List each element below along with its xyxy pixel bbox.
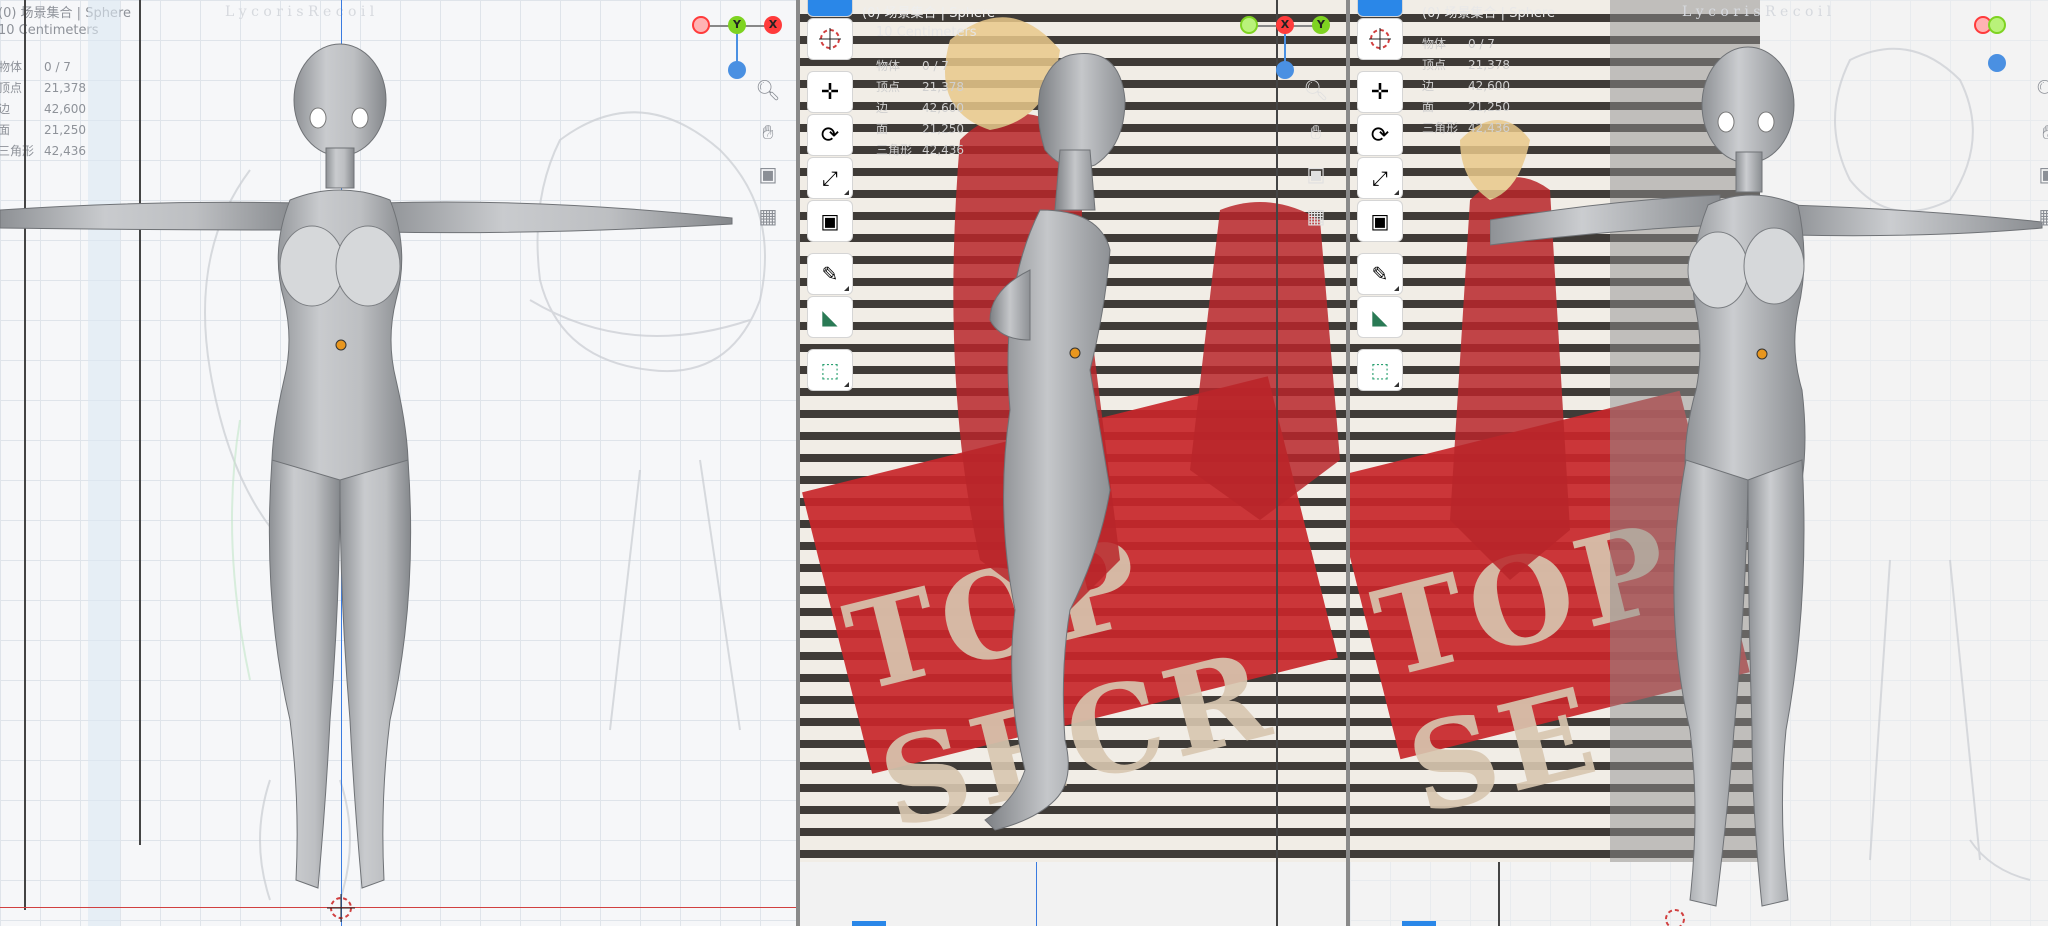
transform-tool-button[interactable]: ▣ <box>808 201 852 241</box>
front-viewport[interactable]: (0) 场景集合 | Sphere 10 Centimeters L y c o… <box>0 0 796 926</box>
grid-icon[interactable]: ▦ <box>2034 202 2048 230</box>
neg-y-axis-handle[interactable] <box>1988 16 2006 34</box>
move-tool-button[interactable]: ✛ <box>808 72 852 112</box>
grid-icon[interactable]: ▦ <box>754 202 782 230</box>
add-cube-icon: ⬚ <box>1370 358 1390 382</box>
stat-label: 顶点 <box>1422 58 1447 72</box>
scale-icon: ⤢ <box>1372 166 1388 190</box>
side-title: (0) 场景集合 | Sphere <box>862 6 995 21</box>
side-toolbar: ✛ ⟳ ⤢ ▣ ✎ ◣ ⬚ <box>808 0 852 393</box>
reference-image-edge <box>1276 0 1278 926</box>
z-axis-handle[interactable] <box>728 61 746 79</box>
mesh-front-view[interactable] <box>0 40 760 920</box>
3d-cursor-icon[interactable] <box>1662 906 1688 926</box>
stat-label: 边 <box>1422 79 1435 93</box>
hand-icon[interactable]: ✋︎ <box>2034 118 2048 146</box>
transform-tool-button[interactable]: ▣ <box>1358 201 1402 241</box>
annotate-tool-button[interactable]: ✎ <box>808 254 852 294</box>
tweak-tool-button[interactable] <box>808 0 852 16</box>
x-axis-handle[interactable]: X <box>764 16 782 34</box>
cursor-tool-button[interactable] <box>808 19 852 59</box>
status-tab[interactable] <box>852 921 886 926</box>
scale-tool-button[interactable]: ⤢ <box>1358 158 1402 198</box>
neg-x-axis-handle[interactable] <box>692 16 710 34</box>
neg-y-axis-handle[interactable] <box>1240 16 1258 34</box>
zoom-icon[interactable]: 🔍︎ <box>754 76 782 104</box>
y-axis-handle[interactable]: Y <box>728 16 746 34</box>
measure-tool-button[interactable]: ◣ <box>1358 297 1402 337</box>
hand-icon[interactable]: ✋︎ <box>754 118 782 146</box>
origin-point <box>335 339 347 351</box>
front-navigation-controls: 🔍︎ ✋︎ ▣ ▦ <box>754 76 784 244</box>
zoom-icon[interactable]: 🔍︎ <box>2034 76 2048 104</box>
pencil-icon: ✎ <box>821 262 839 286</box>
stat-label: 面 <box>1422 100 1435 114</box>
camera-icon[interactable]: ▣ <box>754 160 782 188</box>
camera-icon[interactable]: ▣ <box>2034 160 2048 188</box>
rotate-tool-button[interactable]: ⟳ <box>808 115 852 155</box>
side-viewport[interactable]: TOP SECR (0) 场景集合 | Sphere 10 Centimeter… <box>800 0 1346 926</box>
3d-cursor-icon[interactable] <box>326 893 356 923</box>
stat-label: 面 <box>876 122 889 136</box>
front-watermark: L y c o r i s R e c o i l <box>225 4 375 20</box>
mesh-side-view[interactable] <box>940 40 1190 920</box>
front-scale: 10 Centimeters <box>0 23 99 38</box>
hand-icon[interactable]: ✋︎ <box>1302 118 1330 146</box>
stat-label: 物体 <box>1422 37 1447 51</box>
scale-tool-button[interactable]: ⤢ <box>808 158 852 198</box>
tweak-tool-button[interactable] <box>1358 0 1402 16</box>
scale-icon: ⤢ <box>822 166 838 190</box>
mesh-perspective-view[interactable] <box>1490 40 2048 926</box>
stat-label: 三角形 <box>876 143 913 157</box>
cursor-tool-button[interactable] <box>1358 19 1402 59</box>
x-axis-handle[interactable]: X <box>1276 16 1294 34</box>
move-icon: ✛ <box>820 79 840 105</box>
annotate-tool-button[interactable]: ✎ <box>1358 254 1402 294</box>
add-cube-button[interactable]: ⬚ <box>1358 350 1402 390</box>
origin-point <box>1069 347 1081 359</box>
z-axis-handle[interactable] <box>1988 54 2006 72</box>
transform-icon: ▣ <box>1370 209 1390 233</box>
side-navigation-controls: 🔍︎ ✋︎ ▣ ▦ <box>1302 76 1332 244</box>
measure-tool-button[interactable]: ◣ <box>808 297 852 337</box>
add-cube-button[interactable]: ⬚ <box>808 350 852 390</box>
stat-label: 三角形 <box>1422 121 1459 135</box>
move-tool-button[interactable]: ✛ <box>1358 72 1402 112</box>
stat-label: 顶点 <box>876 80 901 94</box>
z-axis-handle[interactable] <box>1276 61 1294 79</box>
side-scale: 10 Centimeters <box>876 25 977 40</box>
persp-navigation-controls: 🔍︎ ✋︎ ▣ ▦ <box>2034 76 2048 244</box>
stat-label: 物体 <box>876 59 901 73</box>
rotate-icon: ⟳ <box>1370 122 1390 148</box>
transform-icon: ▣ <box>820 209 840 233</box>
move-icon: ✛ <box>1370 79 1390 105</box>
grid-icon[interactable]: ▦ <box>1302 202 1330 230</box>
perspective-viewport[interactable]: TOP SE (0) 场景集合 | Sphere L y c o r i s R… <box>1350 0 2048 926</box>
persp-toolbar: ✛ ⟳ ⤢ ▣ ✎ ◣ ⬚ <box>1358 0 1402 393</box>
camera-icon[interactable]: ▣ <box>1302 160 1330 188</box>
measure-icon: ◣ <box>822 305 838 329</box>
stat-label: 边 <box>876 101 889 115</box>
persp-watermark: L y c o r i s R e c o i l <box>1682 4 1832 20</box>
zoom-icon[interactable]: 🔍︎ <box>1302 76 1330 104</box>
add-cube-icon: ⬚ <box>820 358 840 382</box>
rotate-tool-button[interactable]: ⟳ <box>1358 115 1402 155</box>
origin-point <box>1756 348 1768 360</box>
persp-title: (0) 场景集合 | Sphere <box>1422 6 1555 21</box>
y-axis-handle[interactable]: Y <box>1312 16 1330 34</box>
status-tab[interactable] <box>1402 921 1436 926</box>
pencil-icon: ✎ <box>1371 262 1389 286</box>
measure-icon: ◣ <box>1372 305 1388 329</box>
rotate-icon: ⟳ <box>820 122 840 148</box>
